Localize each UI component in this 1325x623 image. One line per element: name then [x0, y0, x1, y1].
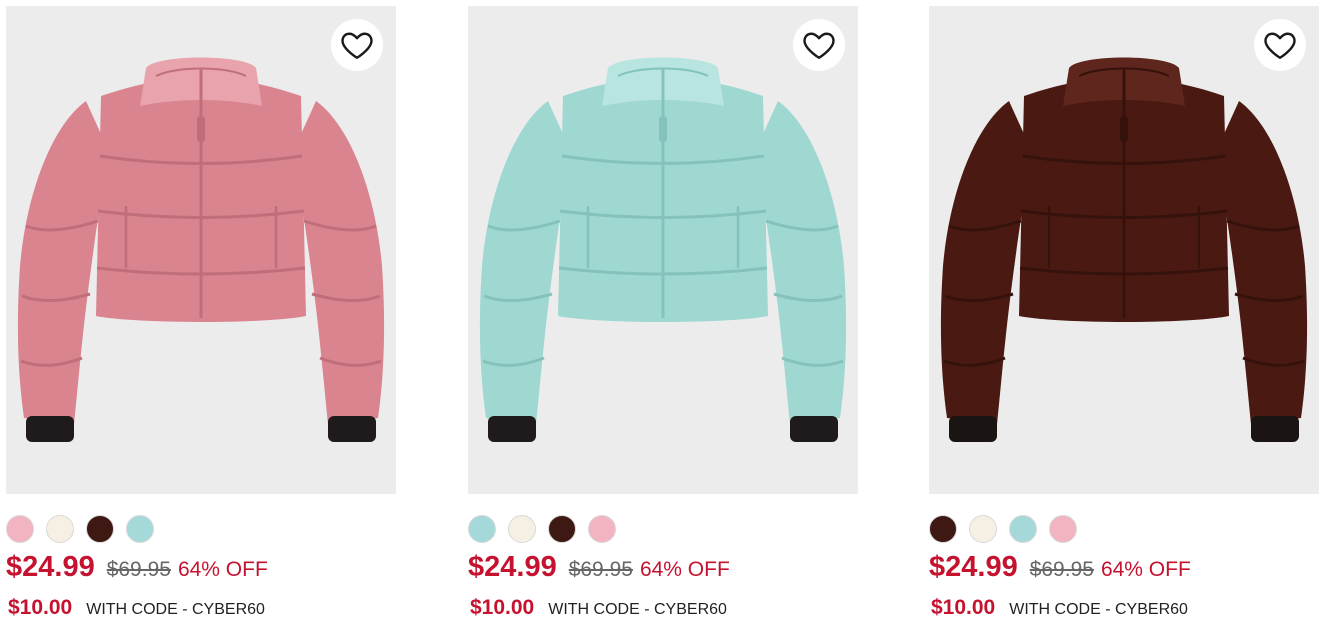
promo-price: $10.00: [470, 596, 535, 619]
promo-code-row: $10.00 WITH CODE - CYBER60: [470, 596, 727, 620]
product-image[interactable]: [929, 6, 1319, 494]
discount-label: 64% OFF: [177, 558, 268, 581]
original-price: $69.95: [106, 558, 171, 581]
product-card[interactable]: $24.99 $69.95 64% OFF $10.00 WITH CODE -…: [6, 6, 396, 619]
heart-outline-icon: [803, 32, 835, 59]
color-swatch-aqua[interactable]: [126, 515, 154, 543]
promo-code-text: WITH CODE - CYBER60: [86, 601, 265, 618]
product-card[interactable]: $24.99 $69.95 64% OFF $10.00 WITH CODE -…: [468, 6, 858, 619]
color-swatches: [468, 515, 616, 543]
product-image[interactable]: [6, 6, 396, 494]
promo-code-row: $10.00 WITH CODE - CYBER60: [931, 596, 1188, 620]
color-swatch-brown[interactable]: [86, 515, 114, 543]
promo-code-text: WITH CODE - CYBER60: [548, 601, 727, 618]
color-swatch-pink[interactable]: [588, 515, 616, 543]
color-swatch-pink[interactable]: [1049, 515, 1077, 543]
favorite-button[interactable]: [1254, 19, 1306, 71]
discount-label: 64% OFF: [1100, 558, 1191, 581]
sale-price: $24.99: [468, 551, 557, 583]
heart-outline-icon: [341, 32, 373, 59]
price-row: $24.99 $69.95 64% OFF: [468, 551, 730, 584]
color-swatch-cream[interactable]: [969, 515, 997, 543]
promo-code-row: $10.00 WITH CODE - CYBER60: [8, 596, 265, 620]
color-swatch-aqua[interactable]: [468, 515, 496, 543]
heart-outline-icon: [1264, 32, 1296, 59]
original-price: $69.95: [568, 558, 633, 581]
price-row: $24.99 $69.95 64% OFF: [6, 551, 268, 584]
promo-code-text: WITH CODE - CYBER60: [1009, 601, 1188, 618]
color-swatch-pink[interactable]: [6, 515, 34, 543]
discount-label: 64% OFF: [639, 558, 730, 581]
sale-price: $24.99: [929, 551, 1018, 583]
favorite-button[interactable]: [331, 19, 383, 71]
color-swatch-aqua[interactable]: [1009, 515, 1037, 543]
price-row: $24.99 $69.95 64% OFF: [929, 551, 1191, 584]
color-swatch-cream[interactable]: [508, 515, 536, 543]
puffer-jacket-image: [940, 57, 1308, 442]
color-swatches: [6, 515, 154, 543]
original-price: $69.95: [1029, 558, 1094, 581]
puffer-jacket-image: [479, 57, 847, 442]
promo-price: $10.00: [931, 596, 996, 619]
sale-price: $24.99: [6, 551, 95, 583]
favorite-button[interactable]: [793, 19, 845, 71]
puffer-jacket-image: [17, 57, 385, 442]
product-card[interactable]: $24.99 $69.95 64% OFF $10.00 WITH CODE -…: [929, 6, 1319, 619]
product-image[interactable]: [468, 6, 858, 494]
color-swatches: [929, 515, 1077, 543]
promo-price: $10.00: [8, 596, 73, 619]
color-swatch-brown[interactable]: [548, 515, 576, 543]
color-swatch-cream[interactable]: [46, 515, 74, 543]
color-swatch-brown[interactable]: [929, 515, 957, 543]
